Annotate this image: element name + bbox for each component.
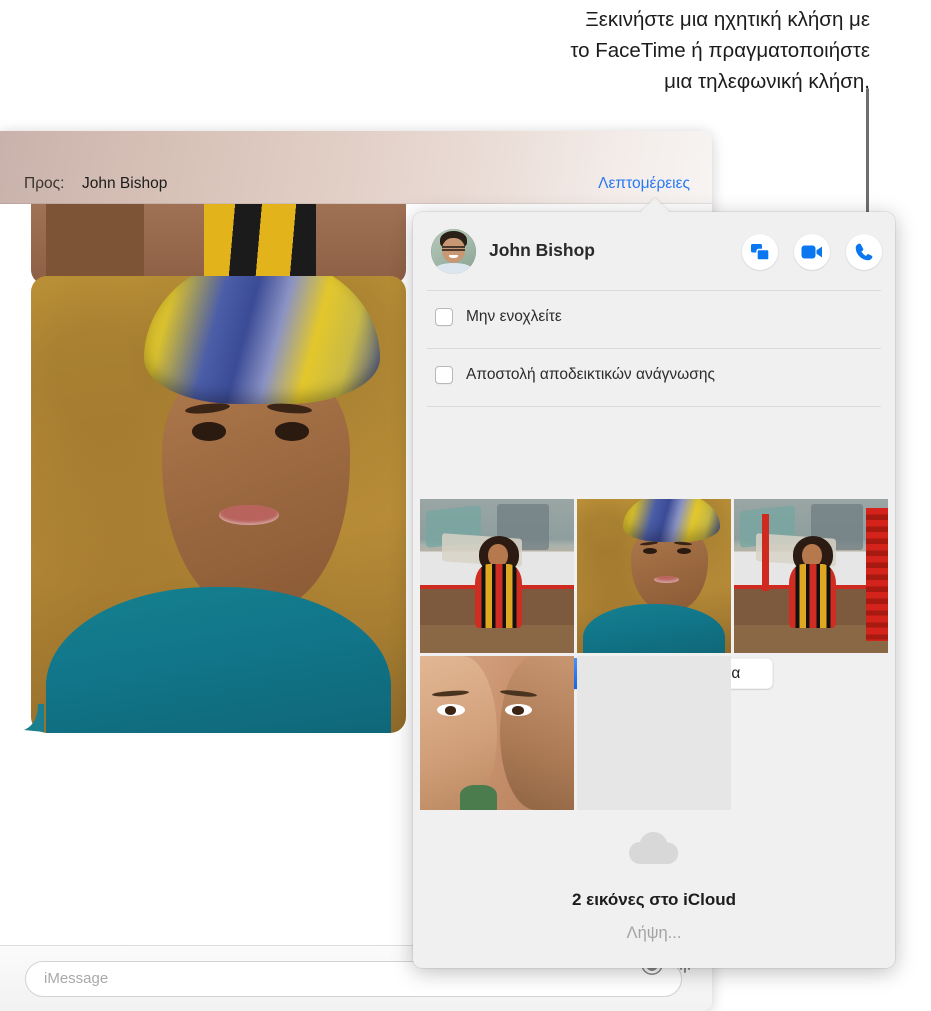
option-row-read-receipts[interactable]: Αποστολή αποδεικτικών ανάγνωσης [413,348,895,406]
phone-handset-icon [855,243,873,261]
popover-arrow [640,198,670,213]
photo-portrait-yellow-turban [577,499,731,653]
divider [427,406,881,407]
option-row-do-not-disturb[interactable]: Μην ενοχλείτε [413,290,895,348]
photo-thumbnail[interactable] [420,656,574,810]
message-bubble-image-main[interactable] [31,276,406,733]
photo-thumbnail[interactable] [420,499,574,653]
icloud-download-link[interactable]: Λήψη... [413,924,895,943]
icloud-image-count: 2 εικόνες στο iCloud [571,890,737,909]
screen-share-icon [751,244,770,261]
photo-empty-placeholder [577,656,731,810]
read-receipts-checkbox[interactable] [435,366,453,384]
read-receipts-label: Αποστολή αποδεικτικών ανάγνωσης [466,366,715,383]
photo-thumbnail[interactable] [734,499,888,653]
popover-header: John Bishop [413,212,895,290]
photo-thumbnail[interactable] [577,499,731,653]
message-bubble-image-partial[interactable] [31,204,406,284]
screenshot-root: Ξεκινήστε μια ηχητική κλήση με το FaceTi… [0,0,931,1011]
icloud-status-area [413,830,895,871]
photo-woman-striped-dress-wall [420,499,574,653]
photo-portrait-yellow-turban-large [31,276,406,733]
photo-two-faces-closeup [420,656,574,810]
to-field-label: Προς: [24,175,65,192]
contact-name: John Bishop [489,240,595,260]
photo-striped-outfit-crop [31,204,406,284]
facetime-audio-button[interactable] [846,234,882,270]
to-field-recipient[interactable]: John Bishop [82,175,167,193]
video-camera-icon [801,245,822,259]
facetime-video-button[interactable] [794,234,830,270]
do-not-disturb-checkbox[interactable] [435,308,453,326]
callout-annotation-text: Ξεκινήστε μια ηχητική κλήση με το FaceTi… [570,8,870,93]
attachment-photo-grid [420,499,888,810]
bubble-tail [24,704,44,732]
cloud-icon [629,831,679,864]
imessage-placeholder: iMessage [44,970,109,987]
avatar [431,229,476,274]
do-not-disturb-label: Μην ενοχλείτε [466,308,562,325]
grid-spacer [734,656,888,810]
screen-share-button[interactable] [742,234,778,270]
photo-woman-seated-red-fence [734,499,888,653]
conversation-toolbar: Προς: John Bishop Λεπτομέρειες [0,131,712,204]
details-popover: John Bishop Μην ενοχλείτε Αποστολή αποδε… [413,198,895,968]
details-link[interactable]: Λεπτομέρειες [598,175,690,193]
